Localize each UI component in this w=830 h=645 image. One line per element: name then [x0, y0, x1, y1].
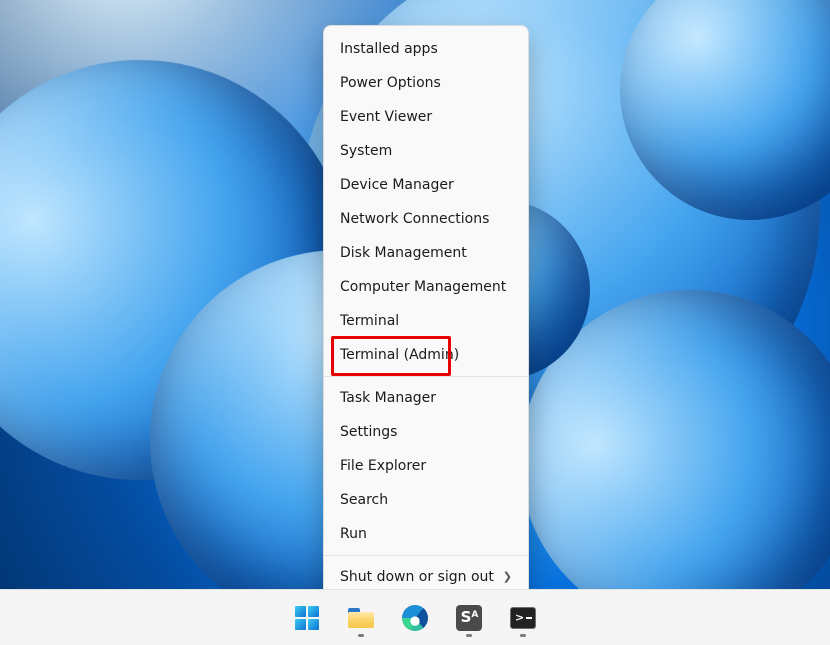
menu-item-label: Computer Management [340, 279, 506, 295]
menu-item-label: Event Viewer [340, 109, 432, 125]
file-explorer-button[interactable] [341, 598, 381, 638]
menu-item-label: File Explorer [340, 458, 426, 474]
menu-file-explorer[interactable]: File Explorer [324, 449, 528, 483]
sublime-text-button[interactable]: SA [449, 598, 489, 638]
start-button[interactable] [287, 598, 327, 638]
menu-item-label: Terminal (Admin) [340, 347, 459, 363]
menu-item-label: Task Manager [340, 390, 436, 406]
chevron-right-icon: ❯ [503, 569, 512, 585]
winx-context-menu: Installed apps Power Options Event Viewer S… [323, 25, 529, 635]
menu-separator [324, 376, 528, 377]
running-indicator [520, 634, 526, 637]
menu-item-label: Network Connections [340, 211, 489, 227]
running-indicator [466, 634, 472, 637]
menu-task-manager[interactable]: Task Manager [324, 381, 528, 415]
menu-item-label: Power Options [340, 75, 441, 91]
taskbar: SA > [0, 589, 830, 645]
menu-terminal[interactable]: Terminal [324, 304, 528, 338]
menu-item-label: Search [340, 492, 388, 508]
menu-event-viewer[interactable]: Event Viewer [324, 100, 528, 134]
menu-separator [324, 555, 528, 556]
menu-item-label: Device Manager [340, 177, 454, 193]
edge-icon [402, 605, 428, 631]
file-explorer-icon [348, 608, 374, 628]
menu-terminal-admin[interactable]: Terminal (Admin) [324, 338, 528, 372]
menu-computer-management[interactable]: Computer Management [324, 270, 528, 304]
menu-item-label: Installed apps [340, 41, 438, 57]
terminal-button[interactable]: > [503, 598, 543, 638]
edge-button[interactable] [395, 598, 435, 638]
menu-item-label: Terminal [340, 313, 399, 329]
menu-power-options[interactable]: Power Options [324, 66, 528, 100]
menu-device-manager[interactable]: Device Manager [324, 168, 528, 202]
menu-installed-apps[interactable]: Installed apps [324, 32, 528, 66]
menu-disk-management[interactable]: Disk Management [324, 236, 528, 270]
menu-item-label: Disk Management [340, 245, 467, 261]
menu-item-label: Settings [340, 424, 397, 440]
menu-run[interactable]: Run [324, 517, 528, 551]
menu-search[interactable]: Search [324, 483, 528, 517]
sublime-text-icon: SA [456, 605, 482, 631]
menu-item-label: System [340, 143, 392, 159]
start-icon [295, 606, 319, 630]
terminal-icon: > [510, 607, 536, 629]
menu-system[interactable]: System [324, 134, 528, 168]
running-indicator [358, 634, 364, 637]
menu-settings[interactable]: Settings [324, 415, 528, 449]
menu-item-label: Shut down or sign out [340, 569, 494, 585]
menu-item-label: Run [340, 526, 367, 542]
menu-network-connections[interactable]: Network Connections [324, 202, 528, 236]
